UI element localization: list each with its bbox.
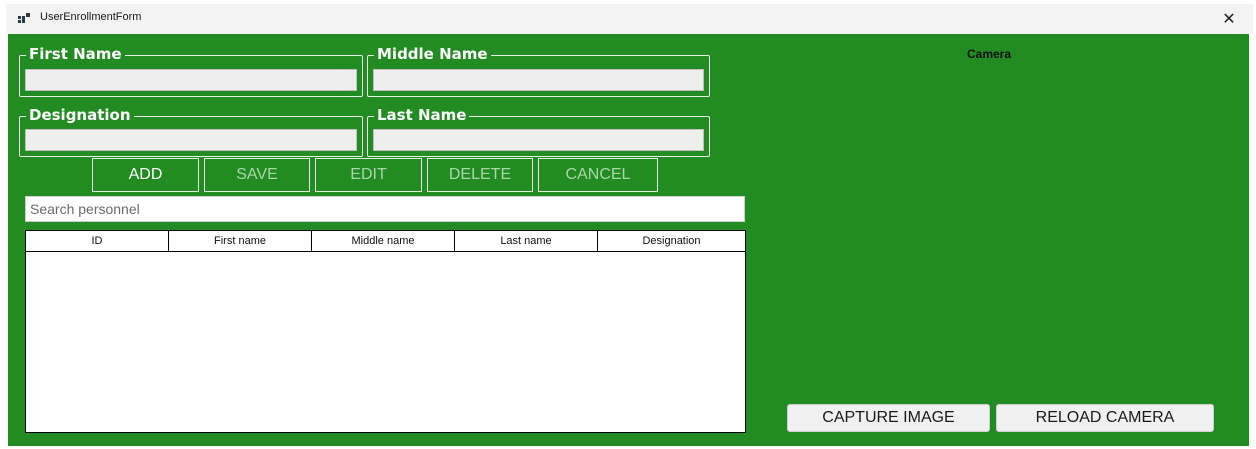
cancel-button[interactable]: CANCEL (538, 158, 658, 192)
column-header-last-name[interactable]: Last name (455, 231, 598, 251)
first-name-input[interactable] (25, 69, 357, 91)
middle-name-input[interactable] (373, 69, 704, 91)
title-bar: UserEnrollmentForm ✕ (6, 4, 1253, 34)
column-header-designation[interactable]: Designation (598, 231, 745, 251)
designation-label: Designation (26, 106, 134, 124)
window-title: UserEnrollmentForm (40, 11, 142, 23)
form-client-area: First Name Middle Name Designation Last … (8, 34, 1249, 446)
personnel-grid[interactable]: ID First name Middle name Last name Desi… (25, 230, 746, 433)
edit-button[interactable]: EDIT (315, 158, 422, 192)
save-button[interactable]: SAVE (204, 158, 310, 192)
grid-header: ID First name Middle name Last name Desi… (26, 231, 745, 252)
search-input[interactable]: Search personnel (25, 196, 745, 222)
delete-button[interactable]: DELETE (427, 158, 533, 192)
close-button[interactable]: ✕ (1213, 7, 1245, 31)
middle-name-label: Middle Name (374, 45, 491, 63)
app-icon (18, 13, 30, 23)
reload-camera-button[interactable]: RELOAD CAMERA (996, 404, 1214, 432)
camera-label: Camera (967, 47, 1012, 61)
middle-name-group: Middle Name (367, 45, 710, 97)
capture-image-button[interactable]: CAPTURE IMAGE (787, 404, 990, 432)
last-name-input[interactable] (373, 129, 704, 151)
designation-group: Designation (19, 106, 363, 157)
column-header-first-name[interactable]: First name (169, 231, 312, 251)
last-name-group: Last Name (367, 106, 710, 157)
column-header-middle-name[interactable]: Middle name (312, 231, 455, 251)
last-name-label: Last Name (374, 106, 470, 124)
column-header-id[interactable]: ID (26, 231, 169, 251)
first-name-label: First Name (26, 45, 125, 63)
designation-input[interactable] (25, 129, 357, 151)
first-name-group: First Name (19, 45, 363, 97)
add-button[interactable]: ADD (92, 158, 199, 192)
